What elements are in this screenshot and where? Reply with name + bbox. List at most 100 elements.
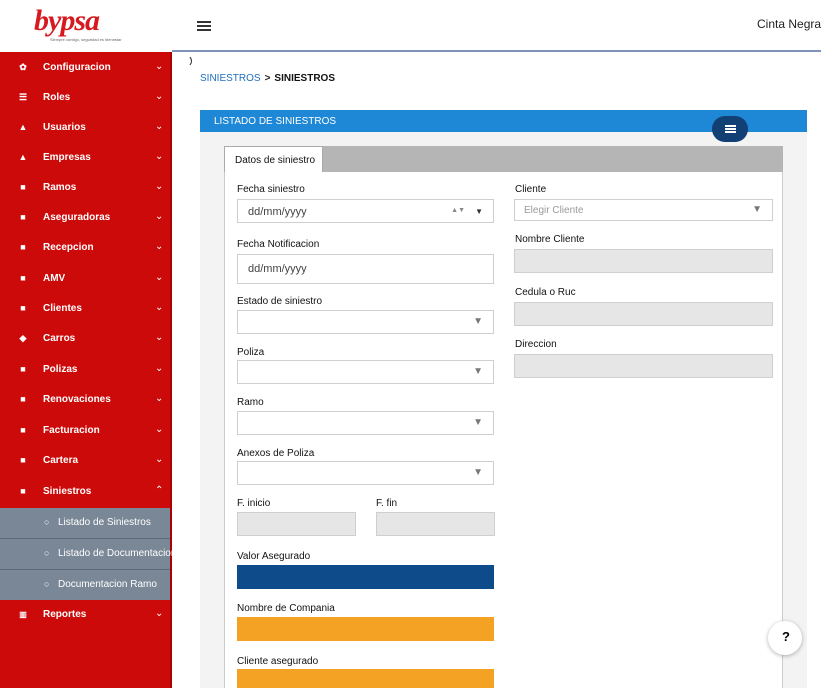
chevron-down-icon: ⌄ [155,211,164,222]
chevron-down-icon: ⌄ [155,393,164,404]
f-inicio-field [237,512,356,536]
chevron-down-icon: ⌄ [155,272,164,283]
sidebar-item-recepcion[interactable]: ■ Recepcion ⌄ [0,233,172,263]
tab-content: Fecha siniestro dd/mm/yyyy ▲▼ ▼ Fecha No… [224,172,783,688]
select-placeholder: Elegir Cliente [524,205,584,216]
sidebar-subitem-documentacion-ramo[interactable]: ○ Documentacion Ramo [0,570,170,600]
valor-asegurado-field [237,565,494,589]
document-icon: ■ [20,455,26,465]
sidebar-item-configuracion[interactable]: ✿ Configuracion ⌄ [0,53,172,83]
car-icon: ◆ [19,333,27,343]
label-cedula-ruc: Cedula o Ruc [515,287,576,298]
chevron-down-icon: ⌄ [155,121,164,132]
siniestros-panel: LISTADO DE SINIESTROS Datos de siniestro… [200,110,807,688]
label-fecha-siniestro: Fecha siniestro [237,184,305,195]
label-f-fin: F. fin [376,498,398,509]
chevron-up-icon: ⌃ [155,485,164,496]
document-icon: ■ [20,273,26,283]
fecha-notificacion-input[interactable]: dd/mm/yyyy [237,254,494,284]
anexos-poliza-select[interactable]: ▼ [237,461,494,485]
chevron-down-icon: ⌄ [155,302,164,313]
top-header: bypsa Siempre contigo, seguridad es bien… [0,0,821,52]
direccion-field [514,354,773,378]
help-icon: ? [782,629,790,644]
brand-logo[interactable]: bypsa Siempre contigo, seguridad es bien… [28,4,148,44]
chevron-down-icon: ⌄ [155,61,164,72]
sidebar-item-polizas[interactable]: ■ Polizas ⌄ [0,355,172,385]
sidebar-item-siniestros[interactable]: ■ Siniestros ⌃ [0,477,172,507]
document-icon: ■ [20,182,26,192]
help-button[interactable]: ? [768,621,802,655]
sidebar-item-cartera[interactable]: ■ Cartera ⌄ [0,446,172,476]
dropdown-arrow-icon: ▼ [473,316,483,327]
label-nombre-compania: Nombre de Compania [237,603,335,614]
ramo-select[interactable]: ▼ [237,411,494,435]
label-fecha-notificacion: Fecha Notificacion [237,239,320,250]
chevron-down-icon: ⌄ [155,608,164,619]
sidebar-item-carros[interactable]: ◆ Carros ⌄ [0,324,172,354]
circle-icon: ○ [44,579,50,589]
user-name[interactable]: Cinta Negra [757,17,821,31]
fecha-siniestro-input[interactable]: dd/mm/yyyy ▲▼ ▼ [237,199,494,223]
poliza-select[interactable]: ▼ [237,360,494,384]
sidebar-item-facturacion[interactable]: ■ Facturacion ⌄ [0,416,172,446]
label-estado-siniestro: Estado de siniestro [237,296,323,307]
date-placeholder: dd/mm/yyyy [248,263,307,275]
logo-tagline: Siempre contigo, seguridad es bienestar [50,37,122,42]
dropdown-arrow-icon: ▼ [473,417,483,428]
chevron-down-icon: ⌄ [155,241,164,252]
sidebar-item-empresas[interactable]: ▲ Empresas ⌄ [0,143,172,173]
document-icon: ■ [20,486,26,496]
label-direccion: Direccion [515,339,557,350]
chevron-down-icon: ⌄ [155,151,164,162]
date-placeholder: dd/mm/yyyy [248,206,307,218]
sidebar-item-reportes[interactable]: ▥ Reportes ⌄ [0,600,172,630]
circle-icon: ○ [44,548,50,558]
label-nombre-cliente: Nombre Cliente [515,234,585,245]
tab-bar: Datos de siniestro [224,146,783,172]
tab-datos-siniestro[interactable]: Datos de siniestro [224,146,323,172]
sidebar-item-aseguradoras[interactable]: ■ Aseguradoras ⌄ [0,203,172,233]
menu-toggle-icon[interactable] [197,21,211,32]
chevron-down-icon: ⌄ [155,332,164,343]
dropdown-arrow-icon: ▼ [752,204,762,215]
cliente-asegurado-field [237,669,494,688]
file-icon: ■ [20,394,26,404]
document-icon: ■ [20,242,26,252]
sidebar-subitem-listado-documentacion[interactable]: ○ Listado de Documentacion [0,539,176,569]
circle-icon: ○ [44,517,50,527]
sidebar-item-roles[interactable]: ☰ Roles ⌄ [0,83,172,113]
list-icon: ☰ [18,92,28,102]
stepper-icon[interactable]: ▲▼ [451,207,465,214]
label-valor-asegurado: Valor Asegurado [237,551,311,562]
dropdown-arrow-icon: ▼ [473,467,483,478]
label-poliza: Poliza [237,347,265,358]
cliente-select[interactable]: Elegir Cliente ▼ [514,199,773,221]
breadcrumb-link[interactable]: SINIESTROS [200,73,261,84]
loading-spinner-icon [180,55,192,67]
sidebar-item-usuarios[interactable]: ▲ Usuarios ⌄ [0,113,172,143]
breadcrumb-current: SINIESTROS [274,73,335,84]
chevron-down-icon: ⌄ [155,181,164,192]
label-cliente: Cliente [515,184,547,195]
dropdown-arrow-icon[interactable]: ▼ [475,207,483,216]
sidebar: ✿ Configuracion ⌄ ☰ Roles ⌄ ▲ Usuarios ⌄ ▲ Empr… [0,52,176,688]
bar-chart-icon: ▥ [19,610,27,619]
sidebar-item-renovaciones[interactable]: ■ Renovaciones ⌄ [0,385,172,415]
estado-siniestro-select[interactable]: ▼ [237,310,494,334]
chevron-down-icon: ⌄ [155,424,164,435]
breadcrumb: SINIESTROS > SINIESTROS [200,73,335,84]
label-anexos-poliza: Anexos de Poliza [237,448,315,459]
sidebar-item-ramos[interactable]: ■ Ramos ⌄ [0,173,172,203]
sidebar-subitem-listado-siniestros[interactable]: ○ Listado de Siniestros [0,508,170,538]
document-icon: ■ [20,303,26,313]
sidebar-item-clientes[interactable]: ■ Clientes ⌄ [0,294,172,324]
chevron-down-icon: ⌄ [155,454,164,465]
header-divider [172,50,821,52]
logo-text: bypsa [34,4,100,37]
sidebar-item-amv[interactable]: ■ AMV ⌄ [0,264,172,294]
user-icon: ▲ [18,152,28,162]
f-fin-field [376,512,495,536]
breadcrumb-separator: > [264,73,271,84]
list-menu-button[interactable] [712,116,748,142]
